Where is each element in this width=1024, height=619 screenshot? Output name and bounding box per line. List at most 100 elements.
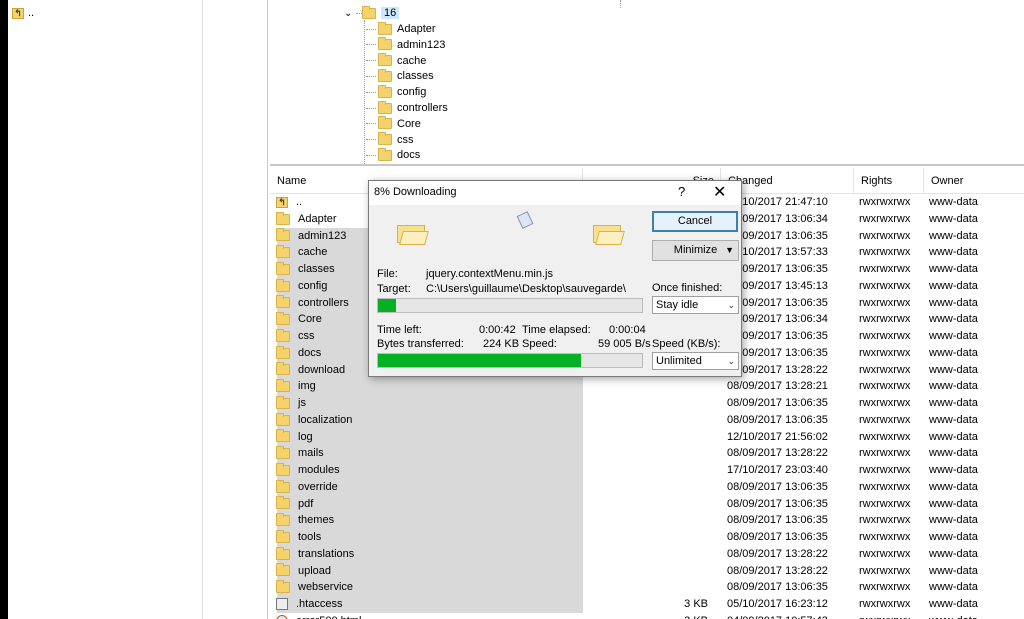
cell-rights: rwxrwxrwx — [859, 380, 911, 393]
remote-directory-tree: ⌄ 16 Adapter admin123 cache classes config co… — [270, 0, 1024, 166]
once-finished-label: Once finished: — [652, 282, 723, 294]
cell-owner: www-data — [929, 313, 978, 326]
file-row[interactable]: mails 08/09/2017 13:28:22 rwxrwxrwx www-dat… — [270, 445, 1024, 462]
file-row[interactable]: pdf 08/09/2017 13:06:35 rwxrwxrwx www-data — [270, 496, 1024, 513]
time-left-value: 0:00:42 — [479, 324, 516, 336]
cell-owner: www-data — [929, 447, 978, 460]
folder-icon — [378, 68, 392, 82]
tree-connector — [366, 91, 376, 93]
cell-rights: rwxrwxrwx — [859, 564, 911, 577]
folder-icon — [276, 328, 290, 342]
file-row[interactable]: translations 08/09/2017 13:28:22 rwxrwxrwx… — [270, 546, 1024, 563]
file-row[interactable]: override 08/09/2017 13:06:35 rwxrwxrwx www-… — [270, 479, 1024, 496]
cell-rights: rwxrwxrwx — [859, 447, 911, 460]
file-name: download — [298, 363, 346, 376]
target-folder-icon — [593, 223, 625, 245]
cell-rights: rwxrwxrwx — [859, 514, 911, 527]
local-parent-dir-row[interactable]: ↰ .. — [12, 7, 34, 19]
tree-connector — [366, 154, 376, 156]
local-parent-dir-label: .. — [28, 7, 35, 19]
column-header-owner[interactable]: Owner — [924, 168, 1024, 194]
cell-owner: www-data — [929, 464, 978, 476]
file-row[interactable]: error500.html 3 KB 04/09/2017 10:57:43rwxr… — [270, 613, 1024, 619]
dropdown-arrow-icon: ▼ — [725, 245, 734, 255]
tree-node[interactable]: docs — [366, 147, 420, 163]
folder-icon — [276, 295, 290, 309]
chevron-down-icon: ⌄ — [727, 356, 735, 366]
cell-name: localization — [276, 412, 580, 429]
tree-node[interactable]: Core — [366, 116, 421, 132]
tree-connector — [366, 139, 376, 141]
file-name: log — [298, 430, 313, 443]
tree-node[interactable]: Adapter — [366, 21, 436, 37]
cell-rights: rwxrwxrwx — [859, 279, 911, 292]
tree-node-label: cache — [397, 54, 427, 67]
file-name: mails — [298, 447, 324, 460]
folder-icon — [378, 100, 392, 114]
file-icon — [276, 598, 288, 611]
panel-splitter[interactable] — [203, 0, 268, 619]
cell-name: mails — [276, 445, 580, 462]
cell-name: themes — [276, 512, 580, 529]
folder-icon — [276, 379, 290, 393]
speed-label: Speed: — [522, 338, 557, 350]
cell-rights: rwxrwxrwx — [859, 246, 911, 259]
tree-node-label: config — [397, 86, 427, 99]
file-row[interactable]: modules 17/10/2017 23:03:40 rwxrwxrwx www-d… — [270, 462, 1024, 479]
cell-owner: www-data — [929, 246, 978, 259]
file-row[interactable]: tools 08/09/2017 13:06:35 rwxrwxrwx www-dat… — [270, 529, 1024, 546]
cell-changed: 08/09/2017 13:28:22 — [727, 363, 828, 376]
file-name: themes — [298, 514, 335, 527]
cell-changed: 05/10/2017 16:23:12 — [727, 598, 828, 610]
file-name: webservice — [298, 581, 354, 594]
speed-value: 59 005 B/s — [598, 338, 651, 350]
cell-changed: 08/09/2017 13:06:35 — [727, 397, 828, 409]
tree-node[interactable]: admin123 — [366, 37, 445, 53]
file-row[interactable]: log 12/10/2017 21:56:02 rwxrwxrwx www-data — [270, 429, 1024, 446]
cell-owner: www-data — [929, 531, 978, 543]
file-name: js — [298, 397, 306, 409]
cell-name: tools — [276, 529, 580, 546]
file-row[interactable]: .htaccess 3 KB 05/10/2017 16:23:12 rwxrwxrw… — [270, 596, 1024, 613]
speed-limit-select[interactable]: Unlimited ⌄ — [652, 352, 739, 370]
file-row[interactable]: localization 08/09/2017 13:06:35 rwxrwxrwx… — [270, 412, 1024, 429]
cell-rights: rwxrwxrwx — [859, 413, 911, 426]
file-row[interactable]: js 08/09/2017 13:06:35 rwxrwxrwx www-data — [270, 395, 1024, 412]
cell-changed: 08/09/2017 13:06:35 — [727, 514, 828, 527]
file-progress-fill — [378, 299, 397, 312]
once-finished-select[interactable]: Stay idle ⌄ — [652, 296, 739, 314]
folder-icon — [378, 84, 392, 98]
tree-node[interactable]: classes — [366, 68, 434, 84]
chevron-down-icon[interactable]: ⌄ — [344, 8, 354, 19]
file-row[interactable]: webservice 08/09/2017 13:06:35 rwxrwxrwx ww… — [270, 579, 1024, 596]
cell-name: override — [276, 479, 580, 496]
file-row[interactable]: upload 08/09/2017 13:28:22 rwxrwxrwx www-da… — [270, 563, 1024, 580]
folder-icon — [276, 446, 290, 460]
target-value: C:\Users\guillaume\Desktop\sauvegarde\ — [426, 283, 626, 295]
cell-changed: 08/09/2017 13:06:35 — [727, 413, 828, 426]
folder-icon — [276, 462, 290, 476]
close-icon[interactable]: ✕ — [713, 182, 726, 202]
file-name: Core — [298, 313, 322, 326]
cell-size: 3 KB — [582, 613, 714, 619]
column-header-rights[interactable]: Rights — [854, 168, 924, 194]
cell-owner: www-data — [929, 564, 978, 577]
cell-owner: www-data — [929, 330, 978, 342]
dialog-title: 8% Downloading — [374, 186, 457, 198]
minimize-button[interactable]: Minimize ▼ — [652, 240, 739, 261]
tree-node[interactable]: cache — [366, 53, 426, 69]
folder-icon — [276, 529, 290, 543]
file-row[interactable]: themes 08/09/2017 13:06:35 rwxrwxrwx www-da… — [270, 512, 1024, 529]
tree-node-root[interactable]: ⌄ 16 — [344, 5, 400, 21]
tree-connector — [620, 0, 621, 8]
tree-node[interactable]: controllers — [366, 100, 448, 116]
file-row[interactable]: img 08/09/2017 13:28:21 rwxrwxrwx www-data — [270, 378, 1024, 395]
tree-node-label: classes — [397, 70, 434, 83]
cancel-button[interactable]: Cancel — [652, 211, 738, 232]
tree-node[interactable]: css — [366, 132, 414, 148]
time-left-label: Time left: — [377, 324, 422, 336]
tree-node[interactable]: config — [366, 84, 426, 100]
cell-size — [582, 579, 714, 596]
help-button[interactable]: ? — [678, 184, 685, 199]
time-elapsed-value: 0:00:04 — [609, 324, 646, 336]
